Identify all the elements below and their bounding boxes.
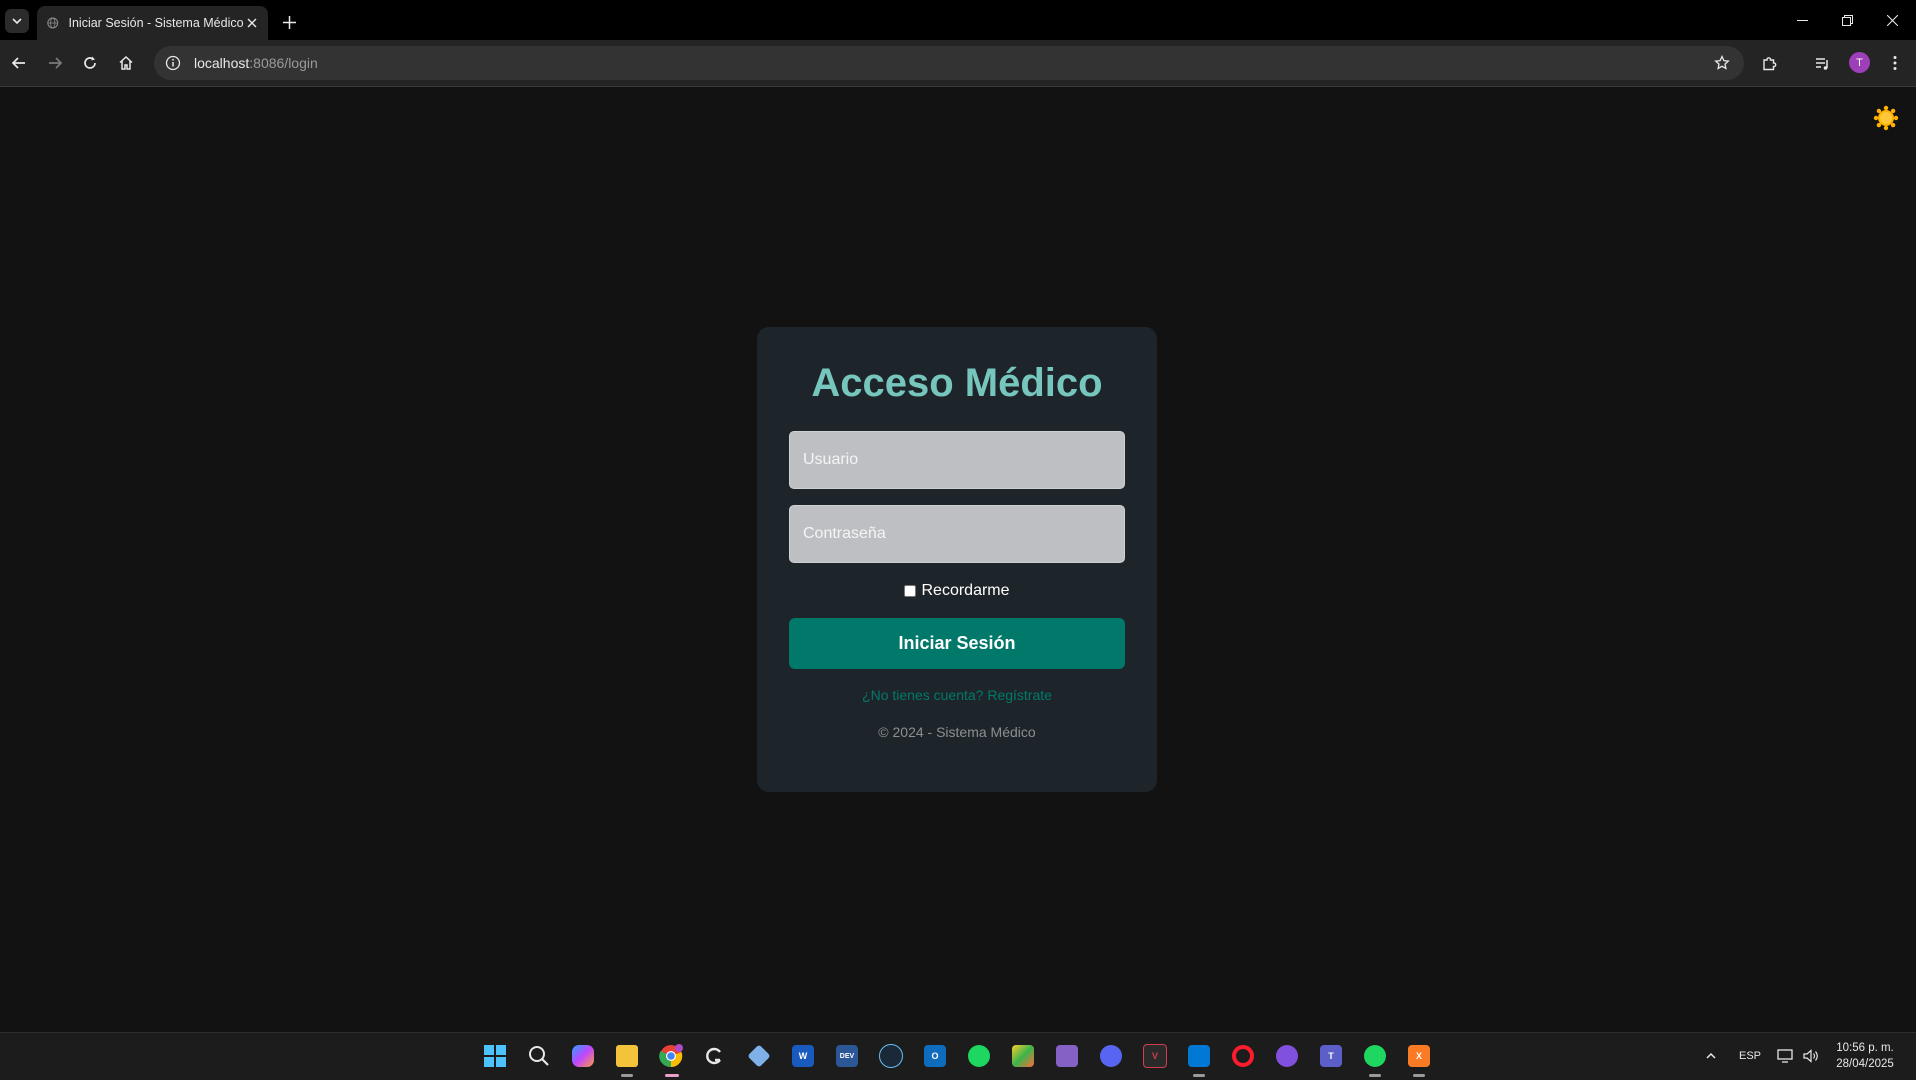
copilot-icon[interactable] [570, 1043, 596, 1069]
chevron-up-icon[interactable] [1698, 1043, 1724, 1069]
chevron-down-icon [12, 18, 22, 25]
globe-icon [47, 17, 59, 29]
running-indicator [1413, 1074, 1425, 1077]
vscode-icon[interactable] [1186, 1043, 1212, 1069]
active-tab[interactable]: Iniciar Sesión - Sistema Médico [37, 6, 268, 40]
copyright-footer: © 2024 - Sistema Médico [878, 724, 1036, 740]
arrow-left-icon [11, 57, 25, 69]
visual-studio-icon[interactable] [1054, 1043, 1080, 1069]
tab-close-button[interactable] [244, 13, 260, 33]
url-host: localhost [194, 55, 250, 71]
arrow-right-icon [49, 57, 63, 69]
file-explorer-icon[interactable] [614, 1043, 640, 1069]
username-input[interactable] [789, 431, 1125, 489]
running-indicator [1193, 1074, 1205, 1077]
xampp-icon[interactable]: X [1406, 1043, 1432, 1069]
home-icon [119, 55, 133, 70]
register-link[interactable]: ¿No tienes cuenta? Regístrate [757, 687, 1157, 703]
reload-button[interactable] [76, 49, 104, 77]
vivaldi-icon[interactable]: V [1142, 1043, 1168, 1069]
windows-taskbar: W DEV O V T X ESP 10:56 p. m. 28/04/2025 [0, 1032, 1916, 1080]
star-icon [1714, 55, 1730, 70]
spotify-icon[interactable] [1362, 1043, 1388, 1069]
outlook-icon[interactable]: O [922, 1043, 948, 1069]
running-indicator [665, 1074, 679, 1077]
running-indicator [621, 1074, 633, 1077]
close-window-button[interactable] [1870, 6, 1914, 34]
puzzle-icon [1762, 56, 1776, 70]
minimize-icon [1796, 19, 1808, 21]
chrome-icon[interactable] [658, 1043, 684, 1069]
new-tab-button[interactable] [277, 10, 301, 34]
github-desktop-icon[interactable] [1274, 1043, 1300, 1069]
sun-icon[interactable] [1873, 105, 1899, 131]
language-indicator[interactable]: ESP [1739, 1050, 1761, 1062]
address-bar[interactable]: localhost:8086/login [154, 46, 1744, 80]
forward-button[interactable] [41, 49, 69, 77]
profile-avatar[interactable]: T [1849, 52, 1870, 73]
login-button[interactable]: Iniciar Sesión [789, 618, 1125, 669]
more-vertical-icon [1893, 56, 1897, 70]
playlist-icon [1815, 57, 1828, 70]
github-copilot-icon[interactable] [702, 1043, 728, 1069]
back-button[interactable] [5, 49, 33, 77]
restore-icon [1841, 14, 1853, 26]
remember-me-checkbox[interactable] [904, 585, 917, 597]
dev-home-icon[interactable]: DEV [834, 1043, 860, 1069]
site-info-icon[interactable] [164, 54, 182, 72]
home-button[interactable] [112, 49, 140, 77]
plus-icon [282, 15, 296, 29]
spotify-icon[interactable] [966, 1043, 992, 1069]
page-title: Acceso Médico [811, 361, 1103, 405]
password-input[interactable] [789, 505, 1125, 563]
close-icon [1886, 14, 1898, 26]
network-icon[interactable] [1772, 1043, 1798, 1069]
browser-tab-bar: Iniciar Sesión - Sistema Médico [0, 0, 1916, 40]
close-icon [247, 18, 257, 28]
bookmark-button[interactable] [1710, 51, 1734, 75]
remember-me-label[interactable]: Recordarme [921, 582, 1009, 600]
3d-viewer-icon[interactable] [746, 1043, 772, 1069]
discord-icon[interactable] [1098, 1043, 1124, 1069]
steam-icon[interactable] [878, 1043, 904, 1069]
media-controls-button[interactable] [1808, 49, 1836, 77]
remember-me-row: Recordarme [757, 582, 1157, 600]
clock-date: 28/04/2025 [1836, 1058, 1894, 1070]
browser-toolbar: localhost:8086/login T [0, 40, 1916, 87]
reload-icon [84, 56, 96, 69]
word-icon[interactable]: W [790, 1043, 816, 1069]
tab-search-button[interactable] [5, 9, 29, 33]
tab-title: Iniciar Sesión - Sistema Médico [68, 16, 244, 30]
paint-icon[interactable] [1010, 1043, 1036, 1069]
browser-menu-button[interactable] [1881, 49, 1909, 77]
search-icon[interactable] [526, 1043, 552, 1069]
opera-icon[interactable] [1230, 1043, 1256, 1069]
url-text[interactable]: localhost:8086/login [194, 55, 318, 71]
extensions-button[interactable] [1755, 49, 1783, 77]
windows-start-icon[interactable] [482, 1043, 508, 1069]
system-clock[interactable]: 10:56 p. m. 28/04/2025 [1820, 1040, 1910, 1072]
minimize-button[interactable] [1780, 6, 1824, 34]
restore-button[interactable] [1825, 6, 1869, 34]
page-content: Acceso Médico Recordarme Iniciar Sesión … [0, 87, 1916, 1032]
login-card: Acceso Médico Recordarme Iniciar Sesión … [757, 327, 1157, 792]
url-path: :8086/login [249, 55, 318, 71]
running-indicator [1369, 1074, 1381, 1077]
teams-icon[interactable]: T [1318, 1043, 1344, 1069]
clock-time: 10:56 p. m. [1836, 1042, 1894, 1054]
